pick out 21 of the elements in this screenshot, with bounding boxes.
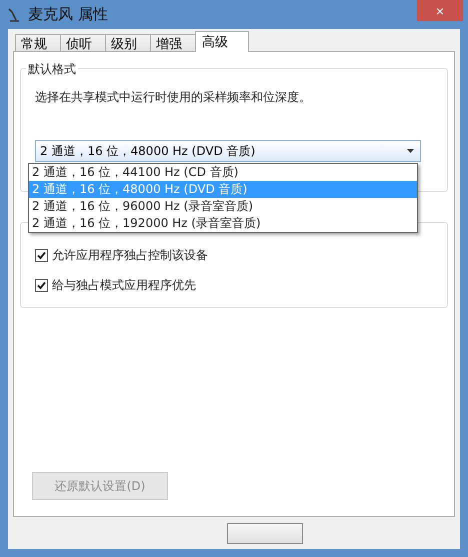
tab[interactable]: 增强 [150,34,196,52]
dropdown-option[interactable]: 2 通道，16 位，192000 Hz (录音室音质) [29,215,417,232]
group-title: 默认格式 [26,61,78,78]
dropdown-option[interactable]: 2 通道，16 位，44100 Hz (CD 音质) [29,164,417,181]
tab[interactable]: 常规 [15,34,61,52]
checkbox[interactable] [35,278,48,292]
tab[interactable]: 高级 [195,31,249,52]
check-icon [37,280,46,290]
dropdown-option[interactable]: 2 通道，16 位，96000 Hz (录音室音质) [29,198,417,215]
tab[interactable]: 级别 [105,34,151,52]
dialog-button[interactable] [227,522,303,544]
caret-icon [407,149,414,153]
close-button[interactable]: × [417,0,463,21]
checkbox[interactable] [35,248,48,262]
description: 选择在共享模式中运行时使用的采样频率和位深度。 [35,89,312,106]
checkbox-label: 允许应用程序独占控制该设备 [52,246,208,264]
check-icon [37,250,46,260]
format-dropdown[interactable]: 2 通道，16 位，48000 Hz (DVD 音质) [35,140,421,162]
checkbox-label: 给与独占模式应用程序优先 [52,276,196,294]
window-title: 麦克风 属性 [28,5,108,24]
tab[interactable]: 侦听 [60,34,106,52]
